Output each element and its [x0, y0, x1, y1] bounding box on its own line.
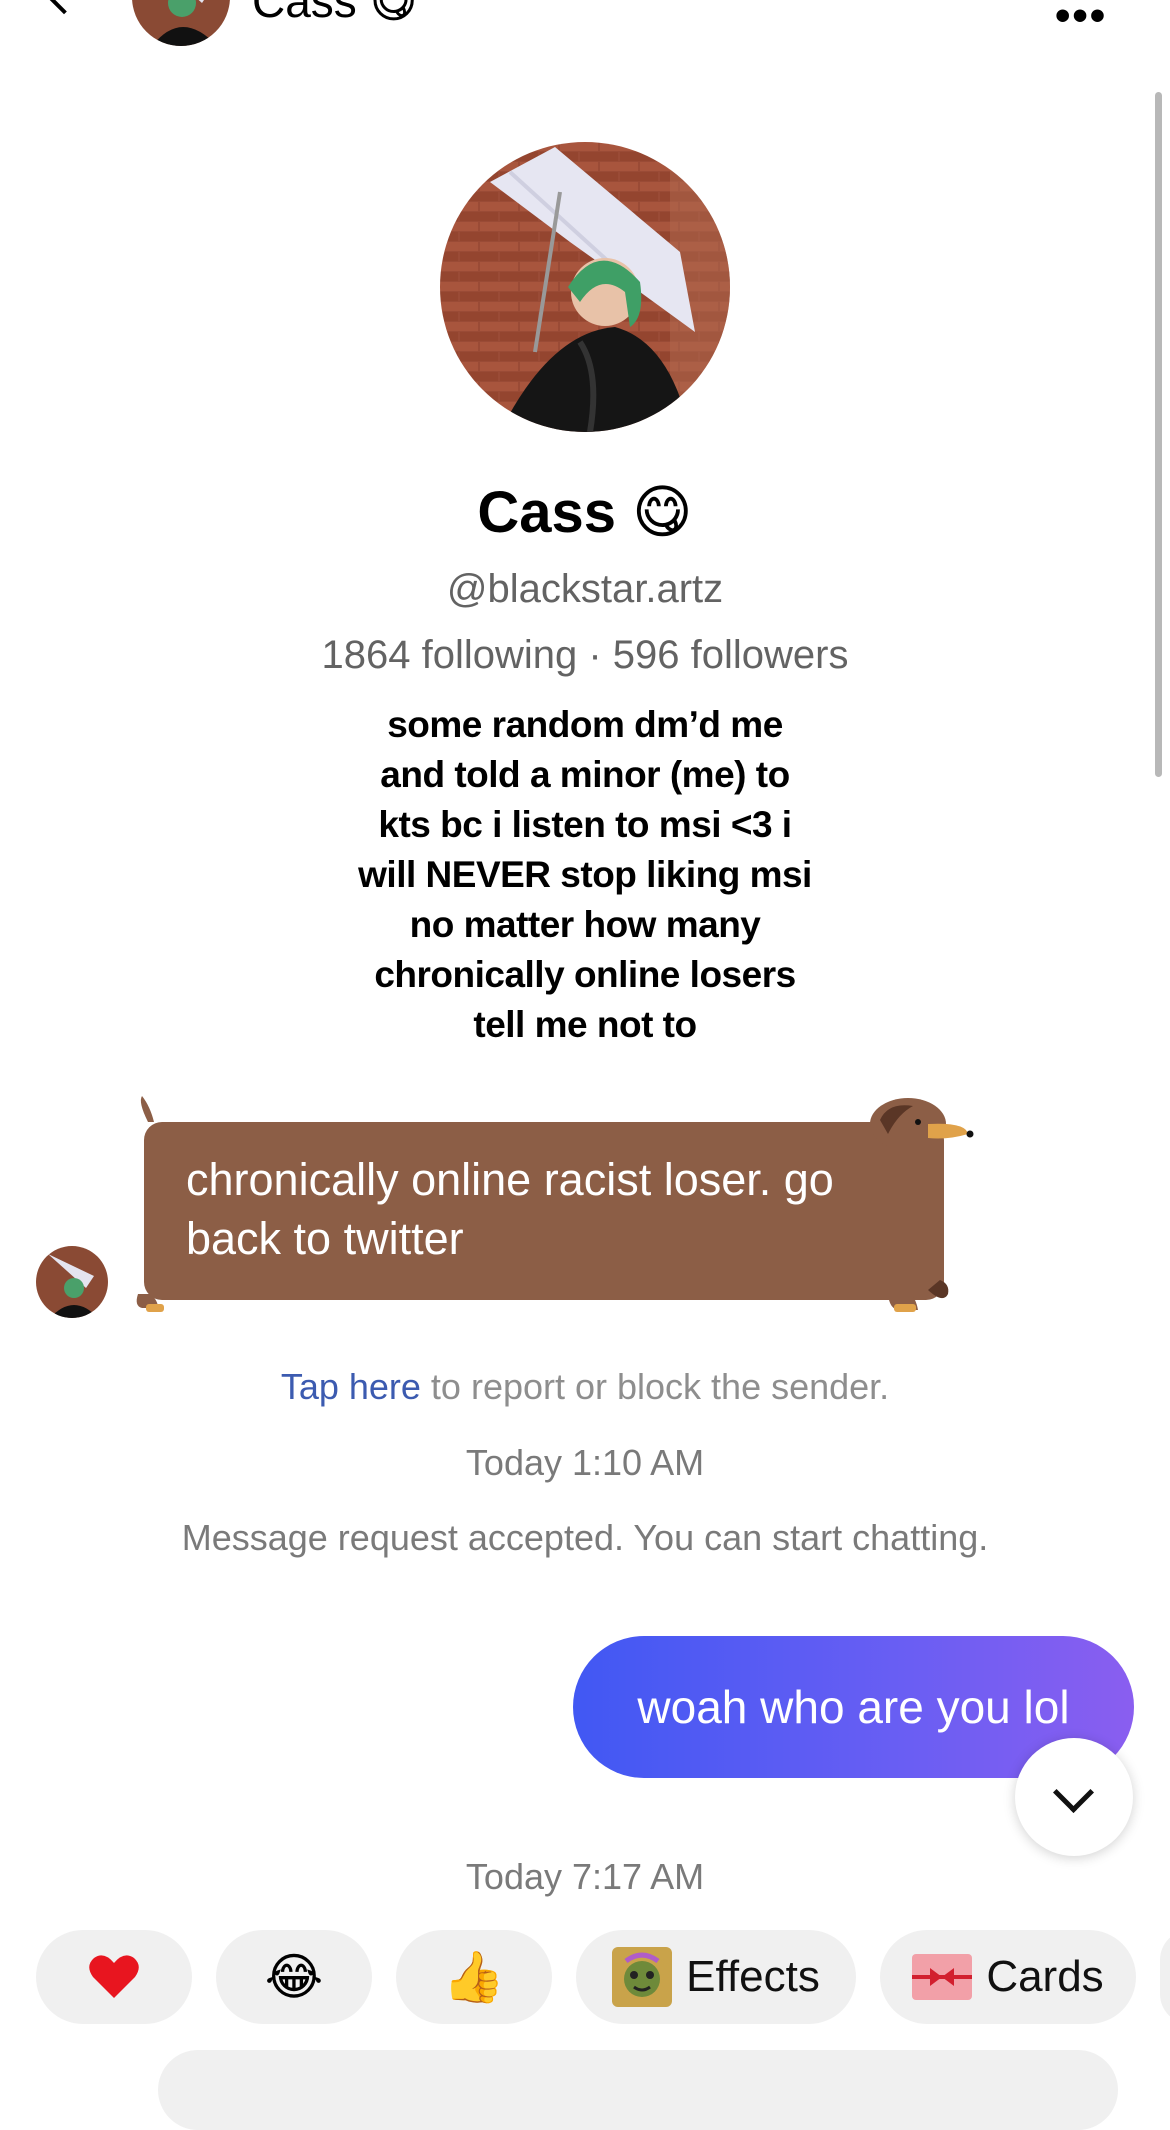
- chevron-down-icon: [1052, 1771, 1095, 1814]
- sender-avatar[interactable]: [36, 1246, 108, 1318]
- cards-label: Cards: [986, 1952, 1104, 2001]
- cards-icon: [912, 1954, 973, 2000]
- laugh-reaction-button[interactable]: 😂: [216, 1930, 372, 2024]
- thumbs-up-icon: 👍: [442, 1948, 506, 2005]
- scroll-to-bottom-button[interactable]: [1015, 1738, 1133, 1856]
- report-link[interactable]: Tap here: [281, 1366, 421, 1407]
- profile-name: Cass 😋: [477, 480, 693, 545]
- request-accepted-notice: Message request accepted. You can start …: [181, 1517, 989, 1558]
- bio-line: some random dm’d me: [387, 704, 783, 745]
- more-quick-replies-chip[interactable]: [1160, 1930, 1170, 2024]
- report-notice: Tap here to report or block the sender.: [0, 1366, 1170, 1408]
- message-composer[interactable]: [158, 2050, 1118, 2130]
- profile-bio: some random dm’d me and told a minor (me…: [300, 700, 870, 1050]
- bio-line: and told a minor (me) to: [380, 754, 790, 795]
- header-name[interactable]: Cass 😋: [252, 0, 418, 28]
- timestamp: Today 1:10 AM: [465, 1442, 705, 1483]
- profile-avatar[interactable]: [440, 142, 730, 432]
- bio-line: no matter how many: [409, 904, 761, 945]
- report-notice-text: to report or block the sender.: [420, 1366, 890, 1407]
- laughing-emoji-icon: 😂: [264, 1949, 324, 2005]
- received-message-text: chronically online racist loser. go back…: [186, 1154, 834, 1264]
- profile-stats: 1864 following · 596 followers: [321, 633, 849, 677]
- thumbs-up-reaction-button[interactable]: 👍: [396, 1930, 552, 2024]
- heart-icon: [89, 1955, 139, 1998]
- bio-line: tell me not to: [473, 1004, 697, 1045]
- effects-label: Effects: [686, 1952, 820, 2001]
- effects-icon: [612, 1947, 673, 2007]
- back-icon[interactable]: [35, 0, 93, 15]
- effects-button[interactable]: Effects: [576, 1930, 856, 2024]
- timestamp: Today 7:17 AM: [465, 1856, 705, 1897]
- heart-reaction-button[interactable]: [36, 1930, 192, 2024]
- bio-line: kts bc i listen to msi <3 i: [378, 804, 792, 845]
- header-avatar[interactable]: [132, 0, 230, 46]
- profile-handle: @blackstar.artz: [446, 567, 724, 611]
- bio-line: chronically online losers: [374, 954, 796, 995]
- bio-line: will NEVER stop liking msi: [358, 854, 812, 895]
- more-options-icon[interactable]: •••: [1055, 0, 1107, 38]
- cards-button[interactable]: Cards: [880, 1930, 1136, 2024]
